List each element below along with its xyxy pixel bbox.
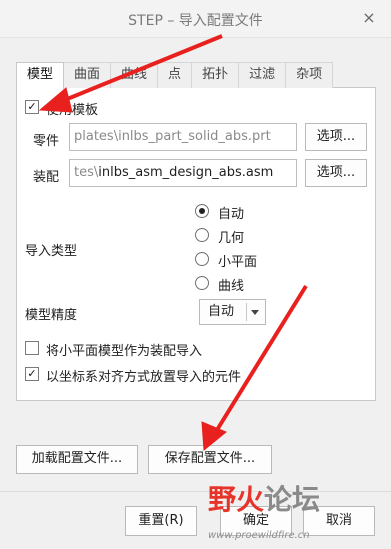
csys-alignment-checkbox[interactable]: ✓ — [25, 367, 39, 381]
watermark-url: www.proewildfire.cn — [208, 530, 310, 541]
model-tab-panel: ✓ 使用模板 零件 plates\inlbs_part_solid_abs.pr… — [16, 88, 376, 401]
save-config-button[interactable]: 保存配置文件... — [148, 445, 272, 474]
part-options-button[interactable]: 选项... — [305, 123, 367, 151]
import-type-auto-radio[interactable] — [195, 204, 209, 218]
import-type-auto-label: 自动 — [218, 207, 245, 222]
close-icon[interactable]: × — [359, 8, 379, 28]
csys-alignment-label: 以坐标系对齐方式放置导入的元件 — [46, 370, 242, 385]
assembly-template-value: inlbs_asm_design_abs.asm — [98, 165, 274, 180]
dropdown-divider — [246, 303, 247, 321]
use-template-label: 使用模板 — [46, 103, 99, 118]
facet-as-assembly-label: 将小平面模型作为装配导入 — [46, 344, 203, 359]
import-type-label: 导入类型 — [25, 244, 78, 259]
assembly-label: 装配 — [33, 170, 60, 185]
load-config-button[interactable]: 加载配置文件... — [16, 445, 138, 474]
tab-model[interactable]: 模型 — [16, 62, 65, 89]
watermark-text-red: 野火 — [208, 483, 265, 516]
tab-filter[interactable]: 过滤 — [238, 62, 287, 88]
tab-curve[interactable]: 曲线 — [110, 62, 159, 88]
title-bar: STEP – 导入配置文件 × — [0, 0, 391, 38]
footer-divider — [0, 491, 391, 492]
window-title: STEP – 导入配置文件 — [128, 13, 263, 29]
model-precision-value: 自动 — [208, 304, 235, 319]
import-type-facet-label: 小平面 — [218, 255, 258, 270]
tab-point[interactable]: 点 — [157, 62, 193, 88]
watermark-logo: 野火论坛 — [208, 478, 320, 518]
reset-button[interactable]: 重置(R) — [125, 506, 197, 536]
use-template-checkbox[interactable]: ✓ — [25, 100, 39, 114]
chevron-down-icon — [251, 310, 259, 315]
import-type-curve-radio[interactable] — [195, 276, 209, 290]
assembly-template-value-prefix: tes\ — [74, 165, 99, 180]
assembly-options-button[interactable]: 选项... — [305, 159, 367, 187]
watermark-text-grey: 论坛 — [264, 483, 321, 516]
import-type-geometry-radio[interactable] — [195, 228, 209, 242]
model-precision-dropdown[interactable]: 自动 — [199, 299, 266, 325]
import-type-facet-radio[interactable] — [195, 252, 209, 266]
facet-as-assembly-checkbox[interactable] — [25, 341, 39, 355]
import-type-geometry-label: 几何 — [218, 231, 245, 246]
tab-topology[interactable]: 拓扑 — [191, 62, 240, 88]
tab-bar: 模型 曲面 曲线 点 拓扑 过滤 杂项 — [16, 62, 376, 89]
part-template-value: plates\inlbs_part_solid_abs.prt — [74, 129, 271, 144]
tab-misc[interactable]: 杂项 — [285, 62, 334, 88]
import-type-curve-label: 曲线 — [218, 279, 245, 294]
assembly-template-field[interactable]: tes\inlbs_asm_design_abs.asm — [69, 159, 297, 187]
model-precision-label: 模型精度 — [25, 308, 78, 323]
part-template-field[interactable]: plates\inlbs_part_solid_abs.prt — [69, 123, 297, 151]
tab-surface[interactable]: 曲面 — [63, 62, 112, 88]
part-label: 零件 — [33, 134, 60, 149]
